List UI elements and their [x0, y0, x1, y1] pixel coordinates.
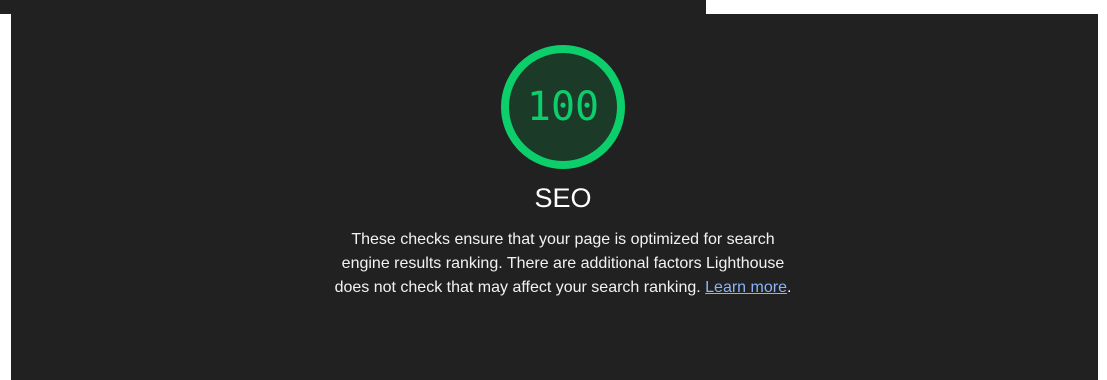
- category-description: These checks ensure that your page is op…: [330, 228, 796, 300]
- score-value: 100: [526, 84, 600, 130]
- description-period: .: [786, 279, 792, 296]
- lighthouse-report-page: 100 SEO These checks ensure that your pa…: [0, 0, 1107, 380]
- score-gauge: 100: [499, 43, 627, 171]
- learn-more-link[interactable]: Learn more: [705, 279, 787, 296]
- category-title: SEO: [534, 183, 592, 213]
- top-header-strip: [0, 0, 706, 14]
